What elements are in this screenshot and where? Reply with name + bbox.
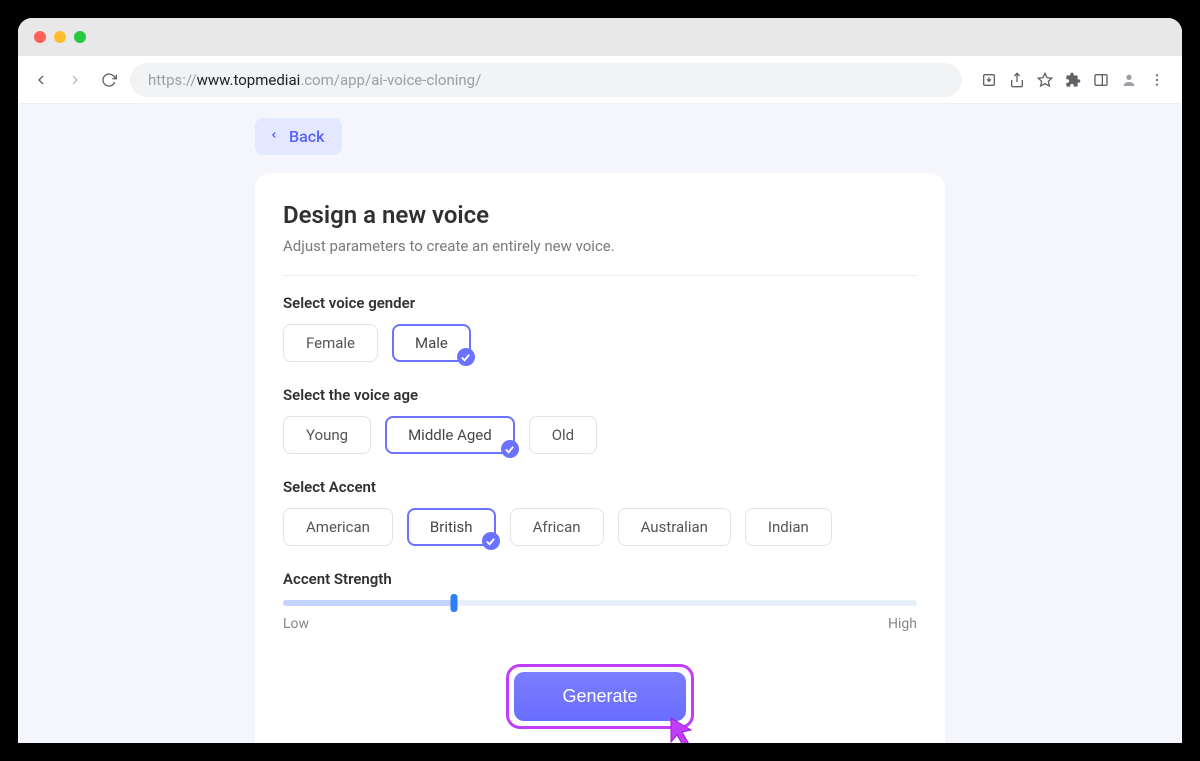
accent-label: Select Accent <box>283 478 917 496</box>
accent-option-australian[interactable]: Australian <box>618 508 731 546</box>
generate-button[interactable]: Generate <box>514 672 685 721</box>
age-option-young[interactable]: Young <box>283 416 371 454</box>
url-path: .com/app/ai-voice-cloning/ <box>300 71 481 89</box>
strength-label: Accent Strength <box>283 570 917 588</box>
back-button-label: Back <box>289 127 324 146</box>
window-close-button[interactable] <box>34 31 46 43</box>
back-button[interactable]: Back <box>255 118 342 155</box>
url-scheme: https:// <box>148 71 197 89</box>
age-option-middle-aged[interactable]: Middle Aged <box>385 416 515 454</box>
page-viewport: Back Design a new voice Adjust parameter… <box>18 104 1182 743</box>
browser-toolbar: https://www.topmediai.com/app/ai-voice-c… <box>18 56 1182 104</box>
check-icon <box>457 348 475 366</box>
address-bar[interactable]: https://www.topmediai.com/app/ai-voice-c… <box>130 63 962 97</box>
age-label: Select the voice age <box>283 386 917 404</box>
window-maximize-button[interactable] <box>74 31 86 43</box>
page-subtitle: Adjust parameters to create an entirely … <box>283 237 917 255</box>
slider-thumb[interactable] <box>451 594 458 612</box>
accent-option-american[interactable]: American <box>283 508 393 546</box>
gender-options: Female Male <box>283 324 917 362</box>
install-icon[interactable] <box>980 71 998 89</box>
window-minimize-button[interactable] <box>54 31 66 43</box>
url-host: www.topmediai <box>197 71 301 89</box>
accent-option-african[interactable]: African <box>510 508 604 546</box>
check-icon <box>482 532 500 550</box>
window-titlebar <box>18 18 1182 56</box>
design-voice-card: Design a new voice Adjust parameters to … <box>255 173 945 743</box>
extensions-icon[interactable] <box>1064 71 1082 89</box>
nav-reload-button[interactable] <box>96 67 122 93</box>
divider <box>283 275 917 276</box>
generate-button-label: Generate <box>562 686 637 706</box>
accent-option-indian[interactable]: Indian <box>745 508 832 546</box>
gender-label: Select voice gender <box>283 294 917 312</box>
cursor-pointer-icon <box>665 716 697 743</box>
accent-options: American British African Australian Indian <box>283 508 917 546</box>
generate-highlight: Generate <box>506 664 693 729</box>
age-option-old[interactable]: Old <box>529 416 597 454</box>
nav-forward-button[interactable] <box>62 67 88 93</box>
generate-area: Generate <box>283 664 917 729</box>
slider-low-label: Low <box>283 616 309 632</box>
kebab-menu-icon[interactable] <box>1148 71 1166 89</box>
bookmark-star-icon[interactable] <box>1036 71 1054 89</box>
profile-avatar-icon[interactable] <box>1120 71 1138 89</box>
page-container: Back Design a new voice Adjust parameter… <box>255 118 945 743</box>
page-title: Design a new voice <box>283 201 917 229</box>
accent-strength-slider[interactable]: Low High <box>283 600 917 632</box>
side-panel-icon[interactable] <box>1092 71 1110 89</box>
check-icon <box>501 440 519 458</box>
toolbar-actions <box>970 71 1172 89</box>
gender-option-male[interactable]: Male <box>392 324 471 362</box>
slider-high-label: High <box>888 616 917 632</box>
gender-option-female[interactable]: Female <box>283 324 378 362</box>
nav-back-button[interactable] <box>28 67 54 93</box>
accent-option-british[interactable]: British <box>407 508 496 546</box>
browser-window: https://www.topmediai.com/app/ai-voice-c… <box>18 18 1182 743</box>
age-options: Young Middle Aged Old <box>283 416 917 454</box>
share-icon[interactable] <box>1008 71 1026 89</box>
chevron-left-icon <box>269 129 279 145</box>
